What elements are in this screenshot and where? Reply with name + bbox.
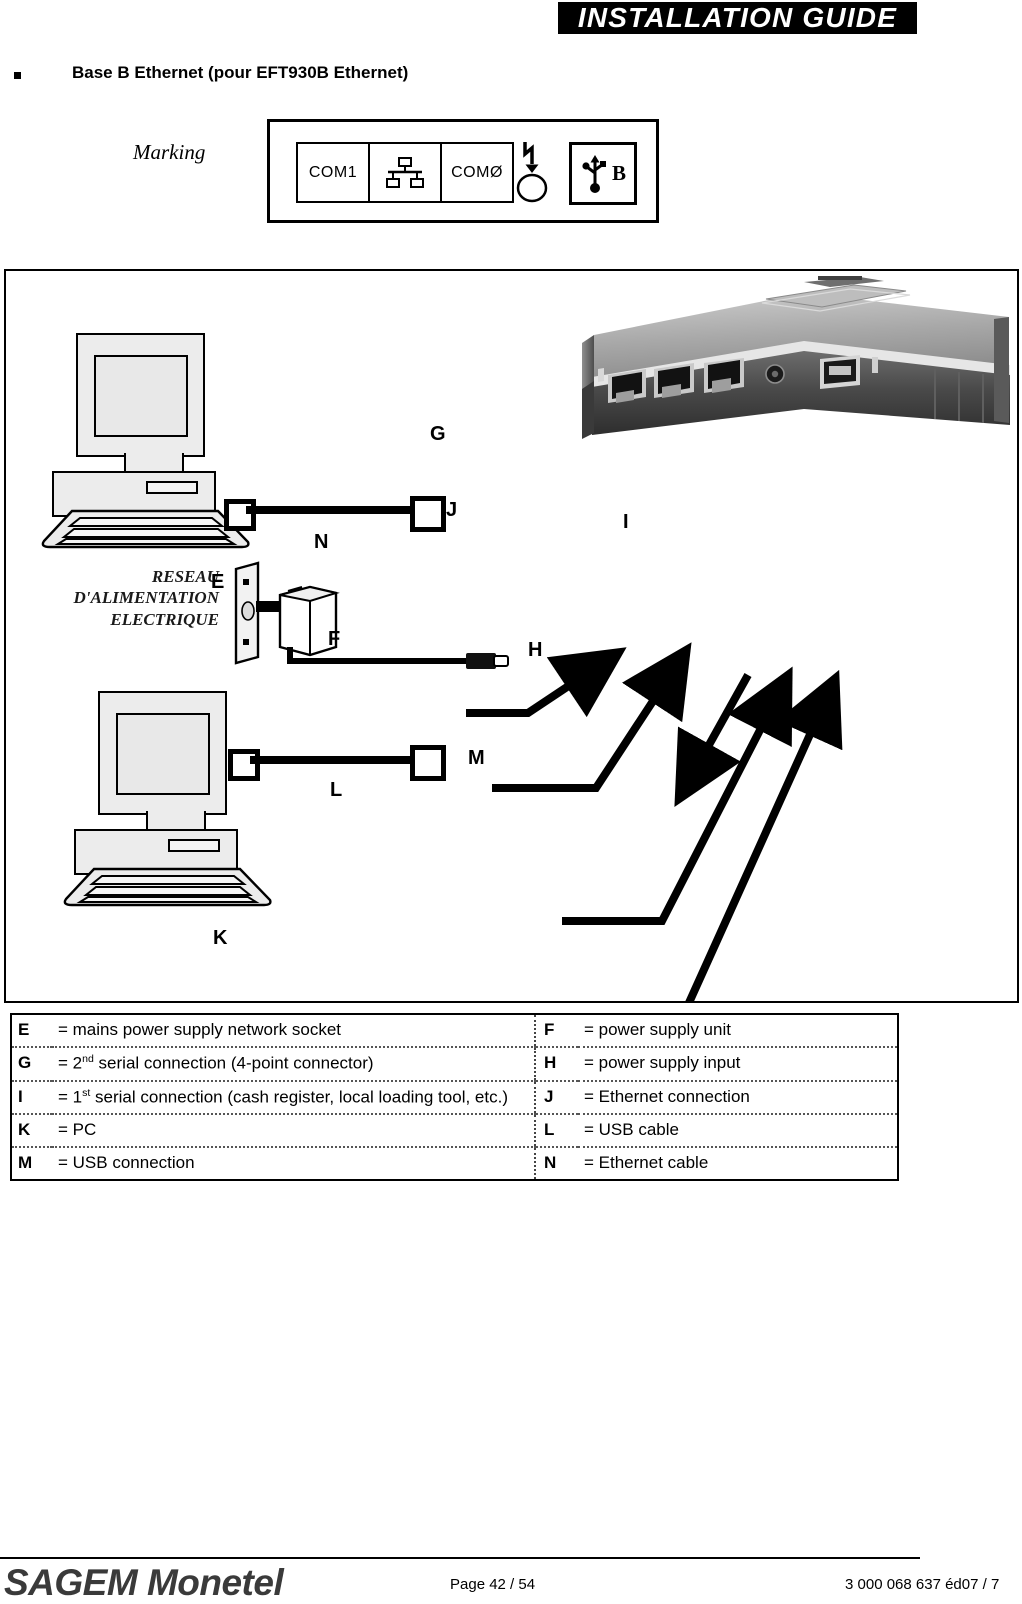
mains-network-caption: RESEAU D'ALIMENTATION ELECTRIQUE (73, 567, 219, 629)
port-cell-ethernet (370, 144, 442, 201)
table-row: M = USB connection N = Ethernet cable (11, 1147, 898, 1181)
section-heading: Base B Ethernet (pour EFT930B Ethernet) (14, 63, 914, 89)
label-n: N (314, 531, 329, 553)
legend-value-f: = power supply unit (578, 1014, 898, 1048)
port-cell-com1: COM1 (298, 144, 370, 201)
installation-guide-banner: INSTALLATION GUIDE (558, 2, 917, 34)
legend-key-f: F (534, 1014, 578, 1048)
connector-base-usb (410, 745, 446, 781)
legend-key-k: K (11, 1114, 52, 1149)
square-bullet-icon (14, 72, 21, 79)
document-reference: 3 000 068 637 éd07 / 7 (845, 1576, 1000, 1593)
label-k: K (213, 927, 228, 949)
legend-value-i-pre: = 1 (58, 1087, 83, 1107)
legend-value-e: = mains power supply network socket (52, 1014, 535, 1048)
table-row: I = 1st serial connection (cash register… (11, 1080, 898, 1116)
leader-h (562, 666, 793, 925)
label-e: E (211, 571, 225, 593)
leader-g (466, 647, 627, 718)
legend-value-n: = Ethernet cable (584, 1153, 709, 1173)
legend-key-i: I (11, 1080, 52, 1116)
keyboard-icon (41, 509, 250, 549)
connection-diagram: N J G I RESEAU D'ALIMENTATION ELECTRIQUE… (4, 269, 1019, 1003)
table-row: E = mains power supply network socket F … (11, 1014, 898, 1048)
cable-usb-l (250, 756, 410, 764)
power-supply-assembly-icon (234, 561, 509, 669)
marking-label: Marking (133, 140, 206, 164)
legend-value-m: = USB connection (58, 1153, 195, 1173)
legend-value-g-pre: = 2 (58, 1053, 83, 1073)
drive-slot (146, 481, 198, 494)
connector-base-ethernet (410, 496, 446, 532)
computer-bottom (58, 691, 288, 907)
banner-title: INSTALLATION GUIDE (577, 2, 898, 33)
legend-value-g-sup: nd (82, 1053, 94, 1065)
page-number: Page 42 / 54 (450, 1576, 536, 1593)
legend-value-h: = power supply input (578, 1047, 898, 1082)
legend-value-i: = 1st serial connection (cash register, … (52, 1080, 535, 1116)
label-h: H (528, 639, 543, 661)
label-f: F (328, 628, 341, 650)
ethernet-network-icon (386, 156, 424, 188)
legend-key-m: M (18, 1153, 33, 1173)
power-input-icon (516, 142, 548, 203)
page-title: Base B Ethernet (pour EFT930B Ethernet) (72, 63, 409, 82)
keyboard-icon (63, 867, 272, 907)
usb-letter-b: B (611, 161, 626, 185)
label-i: I (623, 511, 629, 533)
label-g: G (430, 423, 446, 445)
label-m: M (468, 747, 485, 769)
port-label-group: COM1 COMØ (296, 142, 514, 203)
com0-label: COMØ (451, 163, 503, 181)
legend-key-e: E (11, 1014, 52, 1048)
connector-pc-ethernet (224, 499, 256, 531)
table-row: G = 2nd serial connection (4-point conne… (11, 1047, 898, 1082)
legend-value-i-post: serial connection (cash register, local … (90, 1087, 508, 1107)
legend-value-j: = Ethernet connection (578, 1080, 898, 1116)
cable-ethernet-n (246, 506, 410, 514)
table-row: K = PC L = USB cable (11, 1114, 898, 1149)
legend-value-g-post: serial connection (4-point connector) (93, 1053, 374, 1073)
legend-key-n: N (534, 1147, 578, 1181)
legend-key-g: G (11, 1047, 52, 1082)
monitor-screen (116, 713, 210, 795)
com1-label: COM1 (308, 163, 358, 181)
label-j: J (446, 499, 458, 521)
sagem-monetel-logo: SAGEM Monetel (4, 1562, 284, 1603)
usb-trident-icon (582, 154, 606, 193)
legend-table: E = mains power supply network socket F … (10, 1013, 899, 1182)
monitor-screen (94, 355, 188, 437)
leader-j (492, 642, 692, 792)
usb-marking-box: B (569, 142, 637, 205)
legend-key-h: H (534, 1047, 578, 1082)
connector-pc-usb (228, 749, 260, 781)
legend-value-g: = 2nd serial connection (4-point connect… (52, 1047, 535, 1082)
label-l: L (330, 779, 343, 801)
legend-key-j: J (534, 1080, 578, 1116)
port-cell-com0: COMØ (442, 144, 512, 201)
legend-value-k: = PC (52, 1114, 535, 1149)
legend-key-l: L (534, 1114, 578, 1149)
footer-divider (0, 1557, 920, 1559)
leader-m (685, 669, 843, 1001)
legend-value-l: = USB cable (578, 1114, 898, 1149)
drive-slot (168, 839, 220, 852)
marking-panel: COM1 COMØ B (267, 119, 659, 223)
